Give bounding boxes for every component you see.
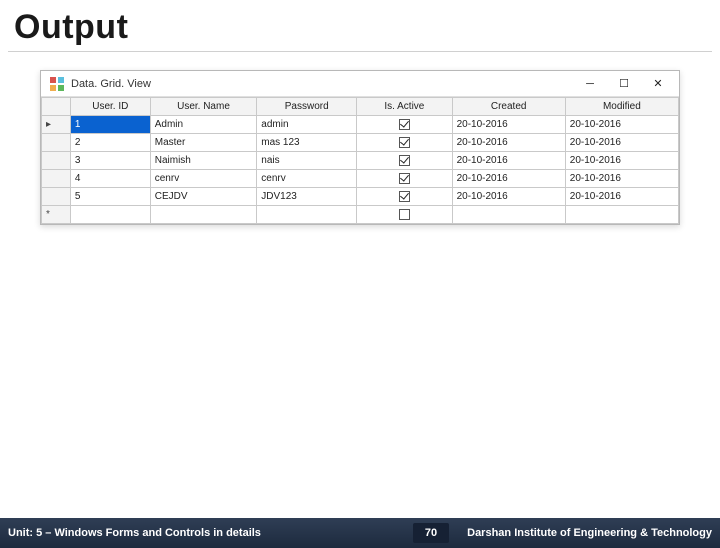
checkbox-icon	[399, 137, 410, 148]
cell-username[interactable]: cenrv	[150, 170, 257, 188]
footer-institute: Darshan Institute of Engineering & Techn…	[467, 527, 712, 539]
cell-modified[interactable]	[565, 206, 678, 224]
slide-footer: Unit: 5 – Windows Forms and Controls in …	[0, 518, 720, 548]
cell-modified[interactable]: 20-10-2016	[565, 152, 678, 170]
cell-userid[interactable]	[70, 206, 150, 224]
table-row[interactable]: 4cenrvcenrv20-10-201620-10-2016	[42, 170, 679, 188]
titlebar[interactable]: Data. Grid. View ─ ☐ ✕	[41, 71, 679, 97]
cell-created[interactable]: 20-10-2016	[452, 116, 565, 134]
minimize-button[interactable]: ─	[573, 71, 607, 97]
cell-password[interactable]: JDV123	[257, 188, 357, 206]
cell-username[interactable]: Master	[150, 134, 257, 152]
datagridview[interactable]: User. ID User. Name Password Is. Active …	[41, 97, 679, 224]
cell-modified[interactable]: 20-10-2016	[565, 116, 678, 134]
table-row[interactable]: 3Naimishnais 20-10-201620-10-2016	[42, 152, 679, 170]
footer-page: 70	[413, 523, 449, 543]
cell-password[interactable]: cenrv	[257, 170, 357, 188]
close-icon: ✕	[653, 77, 662, 90]
cell-isactive[interactable]	[357, 188, 452, 206]
col-header-created[interactable]: Created	[452, 98, 565, 116]
cell-password[interactable]: admin	[257, 116, 357, 134]
checkbox-icon	[399, 155, 410, 166]
row-marker	[42, 134, 71, 152]
footer-unit: Unit: 5 – Windows Forms and Controls in …	[8, 527, 395, 539]
cell-modified[interactable]: 20-10-2016	[565, 170, 678, 188]
row-marker: ▸	[42, 116, 71, 134]
slide-title: Output	[14, 8, 720, 47]
title-divider	[8, 51, 712, 52]
cell-created[interactable]: 20-10-2016	[452, 152, 565, 170]
window-title: Data. Grid. View	[71, 78, 151, 90]
row-marker: *	[42, 206, 71, 224]
cell-userid[interactable]: 5	[70, 188, 150, 206]
row-header-corner	[42, 98, 71, 116]
cell-username[interactable]: Naimish	[150, 152, 257, 170]
cell-password[interactable]: nais	[257, 152, 357, 170]
table-row[interactable]: ▸1Adminadmin 20-10-201620-10-2016	[42, 116, 679, 134]
cell-userid[interactable]: 4	[70, 170, 150, 188]
col-header-isactive[interactable]: Is. Active	[357, 98, 452, 116]
checkbox-icon	[399, 191, 410, 202]
cell-username[interactable]	[150, 206, 257, 224]
cell-userid[interactable]: 2	[70, 134, 150, 152]
minimize-icon: ─	[586, 78, 594, 90]
row-marker	[42, 170, 71, 188]
close-button[interactable]: ✕	[641, 71, 675, 97]
col-header-userid[interactable]: User. ID	[70, 98, 150, 116]
col-header-username[interactable]: User. Name	[150, 98, 257, 116]
cell-isactive[interactable]	[357, 170, 452, 188]
cell-isactive[interactable]	[357, 206, 452, 224]
cell-username[interactable]: Admin	[150, 116, 257, 134]
cell-modified[interactable]: 20-10-2016	[565, 134, 678, 152]
header-row: User. ID User. Name Password Is. Active …	[42, 98, 679, 116]
row-marker	[42, 188, 71, 206]
cell-userid[interactable]: 1	[70, 116, 150, 134]
col-header-password[interactable]: Password	[257, 98, 357, 116]
cell-isactive[interactable]	[357, 152, 452, 170]
new-row[interactable]: *	[42, 206, 679, 224]
cell-modified[interactable]: 20-10-2016	[565, 188, 678, 206]
maximize-button[interactable]: ☐	[607, 71, 641, 97]
table-row[interactable]: 5CEJDVJDV123 20-10-201620-10-2016	[42, 188, 679, 206]
cell-created[interactable]: 20-10-2016	[452, 170, 565, 188]
row-marker	[42, 152, 71, 170]
checkbox-icon	[399, 119, 410, 130]
cell-isactive[interactable]	[357, 116, 452, 134]
table-row[interactable]: 2Mastermas 123 20-10-201620-10-2016	[42, 134, 679, 152]
checkbox-icon	[399, 173, 410, 184]
cell-isactive[interactable]	[357, 134, 452, 152]
cell-created[interactable]: 20-10-2016	[452, 134, 565, 152]
cell-userid[interactable]: 3	[70, 152, 150, 170]
cell-password[interactable]: mas 123	[257, 134, 357, 152]
app-window: Data. Grid. View ─ ☐ ✕ User. ID User. Na…	[40, 70, 680, 225]
checkbox-icon	[399, 209, 410, 220]
cell-created[interactable]	[452, 206, 565, 224]
cell-password[interactable]	[257, 206, 357, 224]
maximize-icon: ☐	[619, 77, 629, 90]
cell-created[interactable]: 20-10-2016	[452, 188, 565, 206]
cell-username[interactable]: CEJDV	[150, 188, 257, 206]
app-icon	[49, 76, 65, 92]
col-header-modified[interactable]: Modified	[565, 98, 678, 116]
